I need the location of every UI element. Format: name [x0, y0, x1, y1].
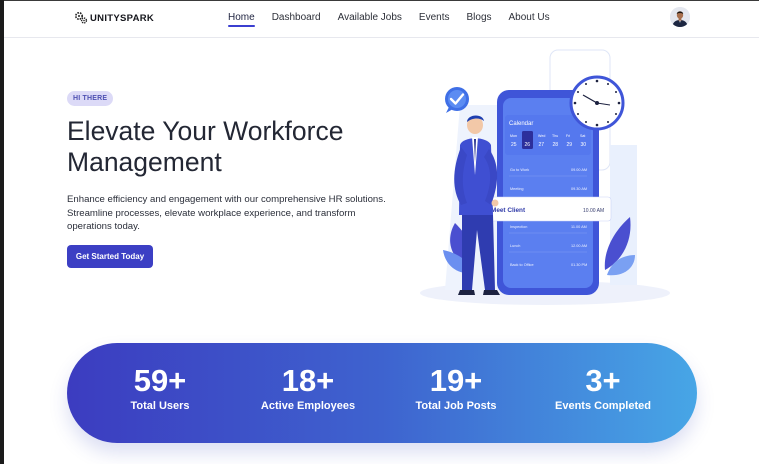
hr-calendar-illustration: Calendar Mon Tue Wed Thu Fri Sat 25 26 2… — [405, 45, 675, 310]
calendar-day: Thu — [552, 134, 558, 138]
nav-events[interactable]: Events — [419, 12, 450, 27]
get-started-button[interactable]: Get Started Today — [67, 245, 153, 268]
nav-about-us[interactable]: About Us — [509, 12, 550, 27]
calendar-day: Mon — [510, 134, 517, 138]
event-name: Go to Work — [510, 168, 529, 172]
stat-value: 59+ — [133, 363, 187, 398]
event-name: Lunch — [510, 244, 520, 248]
hero-title: Elevate Your Workforce Management — [67, 116, 344, 177]
calendar-date: 29 — [567, 142, 573, 148]
navbar: UNITYSPARK Home Dashboard Available Jobs… — [4, 1, 759, 38]
calendar-date: 30 — [581, 142, 587, 148]
event-name: Meeting — [510, 187, 524, 191]
nav-available-jobs[interactable]: Available Jobs — [338, 12, 402, 27]
nav-dashboard[interactable]: Dashboard — [272, 12, 321, 27]
event-name: Inspection — [510, 225, 527, 229]
stat-value: 19+ — [429, 363, 483, 398]
brand-name: UNITYSPARK — [90, 12, 155, 24]
stat-total-job-posts: 19+ Total Job Posts — [381, 363, 531, 413]
calendar-date: 28 — [553, 142, 559, 148]
gears-icon — [74, 11, 88, 25]
calendar-day: Fri — [566, 134, 570, 138]
highlighted-event-name: Meet Client — [491, 207, 526, 214]
event-name: Back to Office — [510, 263, 534, 267]
calendar-title: Calendar — [509, 121, 533, 127]
calendar-date: 27 — [539, 142, 545, 148]
hero-description: Enhance efficiency and engagement with o… — [67, 194, 386, 232]
event-time: 09.30 AM — [571, 187, 587, 191]
main-nav: Home Dashboard Available Jobs Events Blo… — [228, 12, 550, 27]
stat-value: 3+ — [585, 363, 621, 398]
calendar-day: Sat — [580, 134, 585, 138]
stat-label: Active Employees — [260, 400, 356, 412]
nav-home[interactable]: Home — [228, 12, 255, 27]
stat-label: Total Job Posts — [415, 400, 497, 412]
calendar-date: 25 — [511, 142, 517, 148]
calendar-date: 26 — [525, 142, 531, 148]
stats-banner: 59+ Total Users 18+ Active Employees 19+… — [67, 343, 697, 443]
user-avatar[interactable] — [670, 7, 690, 27]
event-time: 11.00 AM — [571, 225, 587, 229]
highlighted-event-time: 10.00 AM — [583, 208, 604, 214]
event-time: 12.00 AM — [571, 244, 587, 248]
window-left-edge — [0, 0, 4, 464]
stat-total-users: 59+ Total Users — [85, 363, 235, 413]
stat-active-employees: 18+ Active Employees — [233, 363, 383, 413]
calendar-day: Wed — [538, 134, 545, 138]
nav-blogs[interactable]: Blogs — [467, 12, 492, 27]
brand-logo[interactable]: UNITYSPARK — [74, 11, 154, 25]
stat-events-completed: 3+ Events Completed — [528, 363, 678, 413]
event-time: 09.00 AM — [571, 168, 587, 172]
stat-label: Events Completed — [555, 400, 651, 412]
stat-value: 18+ — [281, 363, 335, 398]
stat-label: Total Users — [130, 400, 190, 412]
event-time: 01.30 PM — [571, 263, 587, 267]
hero-badge: HI THERE — [67, 91, 114, 106]
